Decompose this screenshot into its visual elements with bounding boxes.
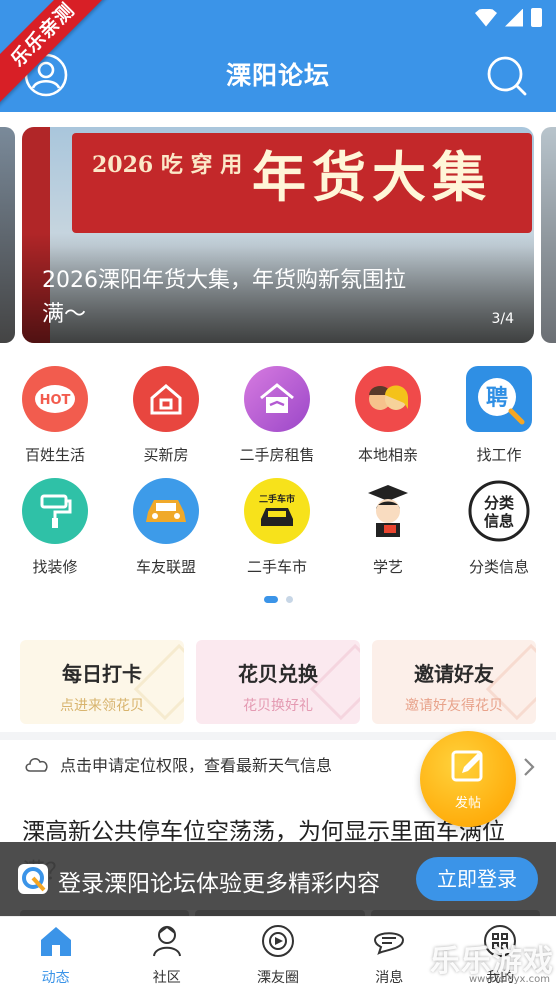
grid-pager	[0, 596, 556, 603]
grid-item-car-club[interactable]: 车友联盟	[111, 478, 221, 577]
app-screen: 溧阳论坛 乐乐亲测 2026 吃 穿 用 年货大集 2026溧阳年货大集，年货购…	[0, 0, 556, 990]
classified-icon: 分类 信息	[466, 478, 532, 544]
search-button[interactable]	[486, 55, 528, 97]
grid-label: 买新房	[143, 446, 189, 464]
tab-feed[interactable]: 动态	[0, 917, 111, 990]
login-prompt-text: 登录溧阳论坛体验更多精彩内容	[58, 871, 380, 897]
grid-label: 分类信息	[468, 558, 529, 576]
grid-item-decoration[interactable]: 找装修	[0, 478, 110, 577]
battery-icon	[531, 8, 542, 27]
tab-friends-circle[interactable]: 溧友圈	[222, 917, 333, 990]
new-post-label: 发帖	[454, 796, 481, 811]
banner-prev-slide[interactable]	[0, 127, 15, 343]
watermark-url: www.leleyx.com	[468, 974, 550, 985]
grid-item-dating[interactable]: 本地相亲	[333, 366, 443, 465]
message-icon	[374, 932, 405, 955]
signal-icon	[505, 8, 523, 27]
grid-item-classified[interactable]: 分类 信息 分类信息	[444, 478, 554, 577]
used-car-icon: 二手车市	[244, 478, 310, 544]
grid-item-used-car[interactable]: 二手车市 二手车市	[222, 478, 332, 577]
status-bar	[475, 8, 542, 27]
app-logo-icon	[18, 864, 48, 894]
banner-next-slide[interactable]	[541, 127, 556, 343]
camera-circle-icon	[262, 925, 294, 957]
svg-text:信息: 信息	[484, 512, 514, 530]
grid-label: 本地相亲	[357, 446, 418, 464]
pager-dot[interactable]	[285, 596, 293, 603]
svg-text:二手车市: 二手车市	[259, 493, 295, 505]
svg-text:分类: 分类	[484, 494, 515, 512]
grid-item-second-house[interactable]: 二手房租售	[222, 366, 332, 465]
grid-label: 二手车市	[246, 558, 307, 576]
grid-item-study[interactable]: 学艺	[333, 478, 443, 577]
grid-label: 百姓生活	[24, 446, 85, 464]
weather-bar[interactable]: 点击申请定位权限，查看最新天气信息	[24, 752, 332, 776]
grid-item-job[interactable]: 聘 找工作	[444, 366, 554, 465]
svg-text:聘: 聘	[486, 386, 508, 411]
weather-text: 点击申请定位权限，查看最新天气信息	[60, 756, 333, 775]
grid-label: 学艺	[372, 558, 403, 576]
tab-messages[interactable]: 消息	[334, 917, 445, 990]
home-icon	[40, 927, 71, 956]
wifi-icon	[475, 8, 497, 27]
login-button[interactable]: 立即登录	[416, 857, 538, 901]
tab-label: 动态	[41, 970, 70, 986]
grid-item-life[interactable]: HOT 百姓生活	[0, 366, 110, 465]
edit-icon	[451, 750, 483, 782]
paint-roller-icon	[22, 478, 88, 544]
tab-label: 溧友圈	[257, 970, 299, 986]
recruit-icon: 聘	[466, 366, 532, 432]
grid-label: 车友联盟	[135, 558, 196, 576]
activity-cards: 每日打卡 点进来领花贝 花贝兑换 花贝换好礼 邀请好友 邀请好友得花贝	[20, 640, 536, 724]
banner-sign-small-text: 2026 吃 穿 用	[92, 152, 243, 178]
house-icon	[133, 366, 199, 432]
page-title: 溧阳论坛	[225, 61, 330, 90]
chevron-right-icon[interactable]	[520, 756, 538, 778]
search-icon	[487, 56, 527, 96]
grid-label: 找装修	[32, 558, 78, 576]
house-handshake-icon	[244, 366, 310, 432]
banner-slide[interactable]: 2026 吃 穿 用 年货大集 2026溧阳年货大集，年货购新氛围拉满〜 3/4	[22, 127, 534, 343]
banner-sign-big-text: 年货大集	[252, 145, 492, 209]
tab-label: 社区	[152, 970, 181, 986]
card-invite-friends[interactable]: 邀请好友 邀请好友得花贝	[372, 640, 536, 724]
graduate-icon	[355, 478, 421, 544]
grid-label: 找工作	[476, 446, 522, 464]
hot-icon: HOT	[22, 366, 88, 432]
svg-text:HOT: HOT	[40, 393, 71, 408]
car-icon	[133, 478, 199, 544]
banner-caption: 2026溧阳年货大集，年货购新氛围拉满〜	[42, 268, 406, 327]
cloud-icon	[25, 758, 48, 772]
card-points-exchange[interactable]: 花贝兑换 花贝换好礼	[196, 640, 360, 724]
pager-dot-active[interactable]	[263, 596, 278, 603]
community-icon	[152, 925, 181, 957]
banner-pager: 3/4	[491, 311, 514, 327]
grid-item-new-house[interactable]: 买新房	[111, 366, 221, 465]
grid-label: 二手房租售	[239, 446, 315, 464]
couple-icon	[355, 366, 421, 432]
new-post-button[interactable]: 发帖	[420, 731, 516, 827]
login-prompt: 登录溧阳论坛体验更多精彩内容 立即登录	[0, 842, 556, 916]
card-daily-checkin[interactable]: 每日打卡 点进来领花贝	[20, 640, 184, 724]
tab-label: 消息	[375, 970, 404, 986]
tab-community[interactable]: 社区	[111, 917, 222, 990]
